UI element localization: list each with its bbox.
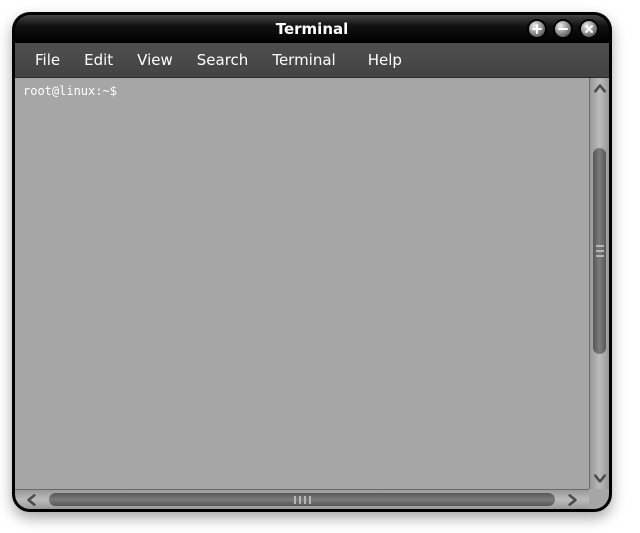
scroll-up-button[interactable]	[590, 78, 609, 100]
horizontal-scrollbar[interactable]	[15, 489, 589, 509]
thumb-grip-icon	[294, 496, 311, 504]
vertical-scrollbar[interactable]	[589, 78, 609, 489]
chevron-left-icon	[25, 493, 39, 507]
menu-file[interactable]: File	[23, 47, 72, 73]
new-tab-button[interactable]	[527, 19, 547, 39]
scroll-down-button[interactable]	[590, 467, 609, 489]
scroll-right-button[interactable]	[555, 490, 589, 509]
chevron-right-icon	[565, 493, 579, 507]
terminal-window: Terminal File Edit View Search Ter	[12, 12, 612, 512]
chevron-up-icon	[593, 82, 607, 96]
menu-terminal[interactable]: Terminal	[260, 47, 347, 73]
bottom-scroll-row	[15, 489, 609, 509]
horizontal-scroll-track[interactable]	[49, 490, 555, 509]
vertical-scroll-thumb[interactable]	[593, 148, 606, 354]
minimize-button[interactable]	[553, 19, 573, 39]
terminal-body[interactable]: root@linux:~$	[15, 78, 589, 489]
minus-icon	[558, 24, 568, 34]
menu-help[interactable]: Help	[356, 47, 414, 73]
close-icon	[584, 24, 594, 34]
scrollbar-corner	[589, 489, 609, 509]
menubar: File Edit View Search Terminal Help	[15, 43, 609, 78]
content-area: root@linux:~$	[15, 78, 609, 489]
terminal-prompt: root@linux:~$	[23, 84, 117, 98]
menu-edit[interactable]: Edit	[72, 47, 125, 73]
menu-search[interactable]: Search	[185, 47, 261, 73]
menu-view[interactable]: View	[125, 47, 185, 73]
scroll-left-button[interactable]	[15, 490, 49, 509]
window-controls	[527, 19, 599, 39]
horizontal-scroll-thumb[interactable]	[49, 493, 555, 506]
close-button[interactable]	[579, 19, 599, 39]
chevron-down-icon	[593, 471, 607, 485]
titlebar[interactable]: Terminal	[15, 15, 609, 43]
thumb-grip-icon	[596, 245, 604, 257]
window-title: Terminal	[276, 20, 349, 38]
vertical-scroll-track[interactable]	[590, 100, 609, 467]
plus-icon	[532, 24, 542, 34]
